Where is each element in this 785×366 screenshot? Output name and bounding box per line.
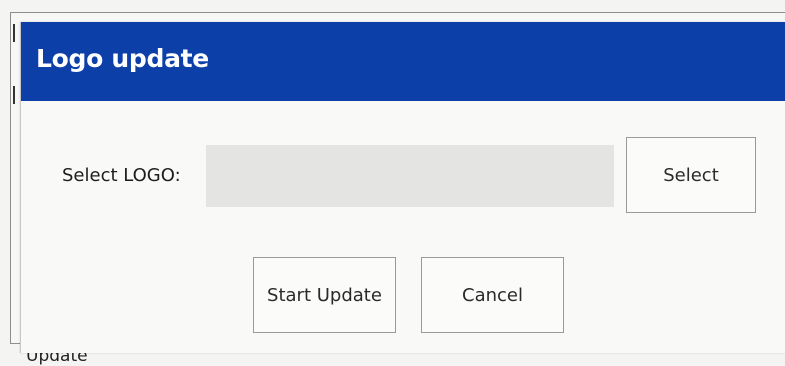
- logo-update-dialog: Logo update Select LOGO: Select Start Up…: [20, 22, 785, 353]
- dialog-title: Logo update: [36, 44, 209, 73]
- start-update-button[interactable]: Start Update: [253, 257, 396, 333]
- logo-path-field[interactable]: [206, 145, 614, 207]
- cancel-button[interactable]: Cancel: [421, 257, 564, 333]
- select-button[interactable]: Select: [626, 137, 756, 213]
- select-logo-label: Select LOGO:: [62, 165, 181, 186]
- dialog-titlebar: Logo update: [21, 22, 785, 101]
